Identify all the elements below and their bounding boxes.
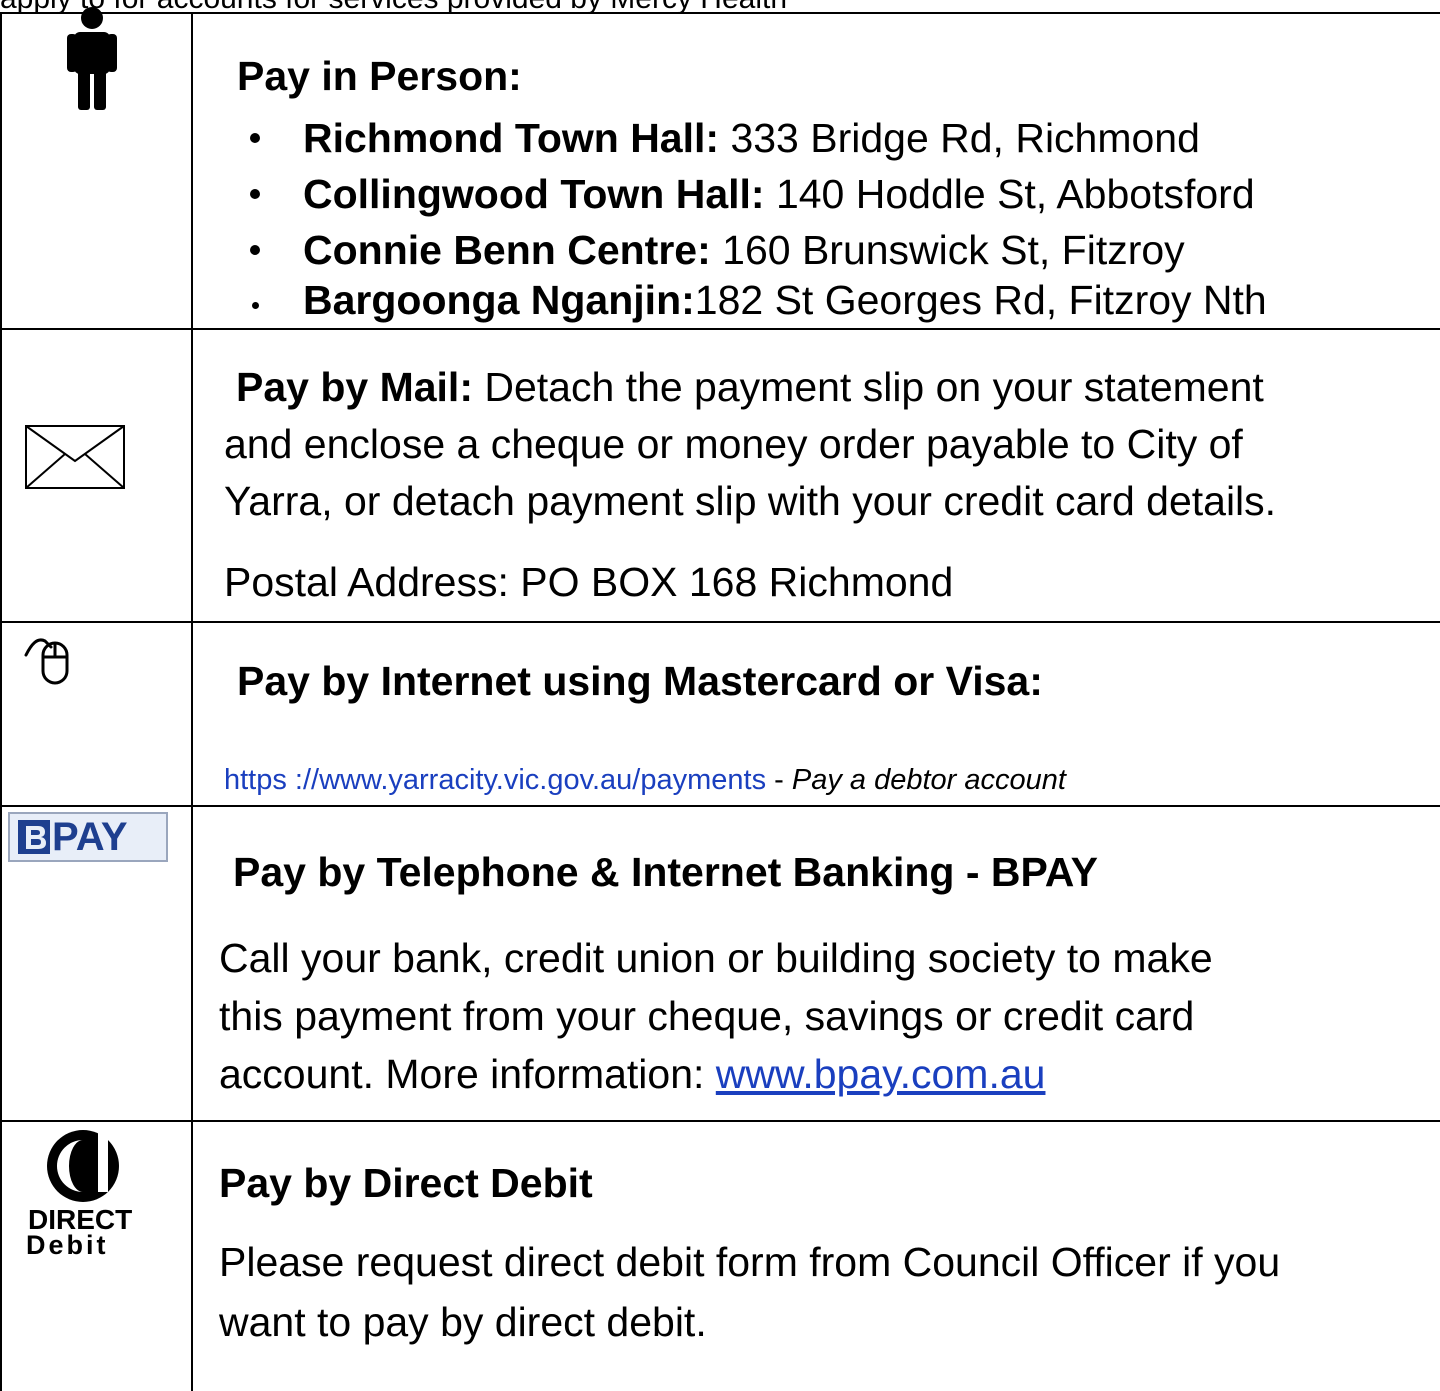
bpay-link[interactable]: www.bpay.com.au — [716, 1051, 1046, 1097]
postal-address: Postal Address: PO BOX 168 Richmond — [224, 559, 954, 605]
person-icon — [62, 6, 122, 115]
bpay-cell: Pay by Telephone & Internet Banking - BP… — [192, 807, 1440, 1120]
bpay-heading: Pay by Telephone & Internet Banking - BP… — [233, 849, 1098, 895]
direct-debit-logo: DIRECT Debit — [18, 1128, 148, 1259]
mail-cell: Pay by Mail: Detach the payment slip on … — [192, 330, 1440, 621]
direct-debit-line-1: Please request direct debit form from Co… — [219, 1239, 1281, 1285]
location-address: 333 Bridge Rd, Richmond — [719, 115, 1200, 161]
payment-table: Pay in Person: Richmond Town Hall: 333 B… — [0, 0, 1440, 1391]
mail-line-3: Yarra, or detach payment slip with your … — [224, 478, 1277, 524]
mouse-icon — [23, 627, 83, 692]
table-left-border — [0, 12, 2, 1391]
bpay-logo-text: PAY — [52, 815, 128, 859]
payments-link[interactable]: https ://www.yarracity.vic.gov.au/paymen… — [224, 764, 766, 796]
location-address: 160 Brunswick St, Fitzroy — [710, 227, 1185, 273]
mail-line-2: and enclose a cheque or money order paya… — [224, 421, 1243, 467]
bpay-line-3: account. More information: www.bpay.com.… — [219, 1051, 1046, 1097]
bpay-line-1: Call your bank, credit union or building… — [219, 935, 1213, 981]
location-address: 182 St Georges Rd, Fitzroy Nth — [694, 277, 1267, 323]
internet-cell: Pay by Internet using Mastercard or Visa… — [192, 623, 1440, 805]
internet-heading: Pay by Internet using Mastercard or Visa… — [237, 658, 1043, 704]
location-name: Collingwood Town Hall: — [303, 171, 765, 217]
direct-debit-cell: Pay by Direct Debit Please request direc… — [192, 1122, 1440, 1391]
location-name: Connie Benn Centre: — [303, 227, 711, 273]
person-heading: Pay in Person: — [237, 53, 522, 99]
mail-line-1: Pay by Mail: Detach the payment slip on … — [236, 364, 1264, 410]
direct-debit-heading: Pay by Direct Debit — [219, 1160, 593, 1206]
envelope-icon — [25, 425, 125, 494]
location-name: Bargoonga Nganjin: — [303, 277, 695, 323]
debtor-account-note: Pay a debtor account — [791, 764, 1066, 796]
direct-debit-logo-line2: Debit — [26, 1230, 109, 1260]
internet-link-line: https ://www.yarracity.vic.gov.au/paymen… — [224, 764, 1066, 796]
direct-debit-line-2: want to pay by direct debit. — [219, 1299, 707, 1345]
location-name: Richmond Town Hall: — [303, 115, 720, 161]
person-cell: Pay in Person: Richmond Town Hall: 333 B… — [192, 12, 1440, 328]
mail-heading: Pay by Mail: — [236, 364, 473, 410]
location-address: 140 Hoddle St, Abbotsford — [764, 171, 1255, 217]
bpay-line-2: this payment from your cheque, savings o… — [219, 993, 1195, 1039]
bpay-logo: PAY — [8, 812, 168, 867]
